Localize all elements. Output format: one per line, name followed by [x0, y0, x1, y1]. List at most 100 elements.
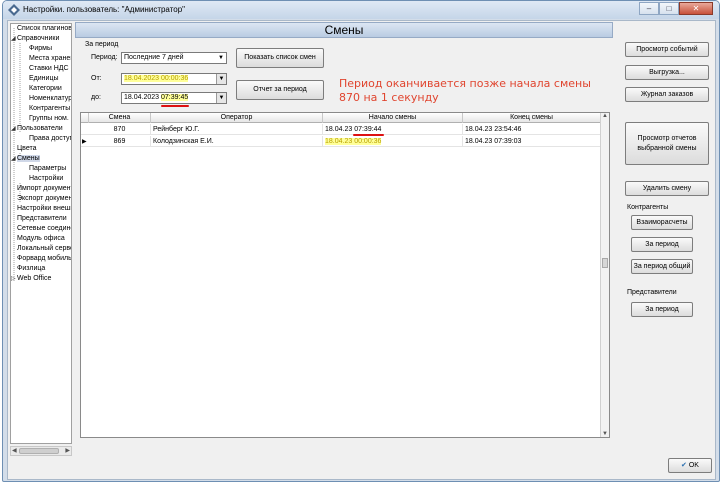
tree-item-label: Настройки внешние — [17, 205, 71, 212]
ok-button-label: OK — [688, 462, 699, 469]
calendar-dropdown-icon[interactable]: ▼ — [216, 93, 226, 103]
period-report-button[interactable]: Отчет за период — [236, 80, 324, 100]
contragents-section-title: Контрагенты — [627, 204, 669, 211]
tree-item[interactable]: Представители — [11, 214, 67, 224]
tree-item[interactable]: ▷Web Office — [11, 274, 51, 284]
scroll-left-icon[interactable]: ◀ — [12, 447, 17, 454]
table-scroll-thumb[interactable] — [602, 258, 608, 268]
tree-item[interactable]: Локальный сервер — [11, 244, 72, 254]
view-shift-reports-button[interactable]: Просмотр отчетов выбранной смены — [625, 122, 709, 165]
contragents-period-button[interactable]: За период — [631, 237, 693, 252]
tree-item-label: Список плагинов — [17, 25, 72, 32]
tree-item[interactable]: Экспорт документов — [11, 194, 72, 204]
representatives-period-button[interactable]: За период — [631, 302, 693, 317]
shifts-table[interactable]: Смена Оператор Начало смены Конец смены … — [80, 112, 610, 438]
tree-item-label: Категории — [29, 85, 62, 92]
tree-item[interactable]: Ставки НДС — [23, 64, 69, 74]
tree-item-label: Справочники — [17, 35, 60, 42]
tree-scroll-thumb[interactable] — [19, 448, 59, 454]
cell-start-time: 07:39:44 — [354, 126, 382, 133]
cell-shift: 870 — [89, 124, 151, 135]
cell-start-date: 18.04.23 00:00:36 — [325, 138, 382, 145]
tree-item-label: Физлица — [17, 265, 46, 272]
column-header-shift[interactable]: Смена — [89, 113, 151, 123]
export-button[interactable]: Выгрузка... — [625, 65, 709, 80]
delete-shift-button[interactable]: Удалить смену — [625, 181, 709, 196]
tree-item[interactable]: Настройки — [23, 174, 63, 184]
actions-panel: Просмотр событий Выгрузка... Журнал зака… — [618, 21, 717, 457]
tree-item[interactable]: ◢Смены — [11, 154, 40, 164]
shifts-panel: Смены За период Период: Последние 7 дней… — [75, 21, 613, 457]
tree-item[interactable]: Импорт документов — [11, 184, 71, 194]
cell-end: 18.04.23 23:54:46 — [463, 124, 601, 135]
tree-item[interactable]: Цвета — [11, 144, 37, 154]
period-select[interactable]: Последние 7 дней ▼ — [121, 52, 227, 64]
column-header-operator[interactable]: Оператор — [151, 113, 323, 123]
tree-item-label: Локальный сервер — [17, 245, 72, 252]
show-shift-list-button[interactable]: Показать список смен — [236, 48, 324, 68]
ok-button[interactable]: ✔ OK — [668, 458, 712, 473]
tree-item-label: Смены — [17, 155, 40, 162]
minimize-button[interactable]: – — [639, 2, 659, 15]
orders-journal-button[interactable]: Журнал заказов — [625, 87, 709, 102]
tree-item[interactable]: Фирмы — [23, 44, 52, 54]
from-date-field[interactable]: 18.04.2023 00:00:36 ▼ — [121, 73, 227, 85]
current-row-icon: ▶ — [82, 139, 87, 145]
table-row[interactable]: 870 Рейнберг Ю.Г. 18.04.23 07:39:44 18.0… — [81, 124, 601, 135]
chevron-down-icon: ▼ — [218, 55, 224, 61]
tree-item[interactable]: Список плагинов — [11, 24, 72, 34]
tree-item-label: Места хранения — [29, 55, 71, 62]
from-date-value: 18.04.2023 00:00:36 — [124, 75, 189, 82]
tree-item-label: Цвета — [17, 145, 37, 152]
tree-item-label: Контрагенты — [29, 105, 71, 112]
tree-item[interactable]: Места хранения — [23, 54, 71, 64]
table-header: Смена Оператор Начало смены Конец смены — [81, 113, 601, 123]
tree-item[interactable]: Форвард мобильный — [11, 254, 71, 264]
client-area: Список плагинов ◢Справочники Фирмы Места хр… — [7, 20, 716, 480]
settings-tree[interactable]: Список плагинов ◢Справочники Фирмы Места хр… — [10, 23, 72, 444]
period-group-label: За период — [85, 41, 119, 48]
tree-item[interactable]: ◢Справочники — [11, 34, 59, 44]
tree-item[interactable]: Группы ном. — [23, 114, 69, 124]
view-events-button[interactable]: Просмотр событий — [625, 42, 709, 57]
close-button[interactable]: ✕ — [679, 2, 713, 15]
scroll-right-icon[interactable]: ▶ — [65, 447, 70, 454]
cell-end: 18.04.23 07:39:03 — [463, 136, 601, 147]
to-label: до: — [91, 94, 101, 101]
tree-item[interactable]: Номенклатура — [23, 94, 72, 104]
cell-operator: Рейнберг Ю.Г. — [151, 124, 323, 135]
tree-item-label: Ставки НДС — [29, 65, 69, 72]
ok-check-icon: ✔ — [681, 462, 687, 469]
tree-item[interactable]: Параметры — [23, 164, 66, 174]
calendar-dropdown-icon[interactable]: ▼ — [216, 74, 226, 84]
column-header-end[interactable]: Конец смены — [463, 113, 601, 123]
tree-item[interactable]: Контрагенты — [23, 104, 70, 114]
tree-item[interactable]: Настройки внешние — [11, 204, 71, 214]
column-header-start[interactable]: Начало смены — [323, 113, 463, 123]
tree-item[interactable]: Физлица — [11, 264, 45, 274]
tree-item-label: Параметры — [29, 165, 67, 172]
tree-item[interactable]: Категории — [23, 84, 62, 94]
title-bar[interactable]: Настройки. пользователь: "Администратор"… — [3, 1, 719, 19]
table-row[interactable]: ▶ 869 Колодзинская Е.И. 18.04.23 00:00:3… — [81, 136, 601, 147]
cell-operator: Колодзинская Е.И. — [151, 136, 323, 147]
tree-item[interactable]: Сетевые соединения — [11, 224, 71, 234]
scroll-up-icon[interactable]: ▲ — [602, 113, 608, 119]
period-label: Период: — [91, 54, 118, 61]
tree-item-label: Фирмы — [29, 45, 52, 52]
maximize-button[interactable]: □ — [659, 2, 679, 15]
to-date-field[interactable]: 18.04.2023 07:39:45 ▼ — [121, 92, 227, 104]
table-vertical-scrollbar[interactable]: ▲ ▼ — [600, 113, 609, 437]
tree-item[interactable]: ◢Пользователи — [11, 124, 63, 134]
tree-item[interactable]: Единицы — [23, 74, 58, 84]
scroll-down-icon[interactable]: ▼ — [602, 431, 608, 437]
tree-item-label: Единицы — [29, 75, 59, 82]
tree-item[interactable]: Права доступа — [23, 134, 71, 144]
tree-item-label: Номенклатура — [29, 95, 72, 102]
tree-item[interactable]: Модуль офиса — [11, 234, 65, 244]
tree-item-label: Экспорт документов — [17, 195, 72, 202]
contragents-period-total-button[interactable]: За период общий — [631, 259, 693, 274]
tree-horizontal-scrollbar[interactable]: ◀ ▶ — [10, 446, 72, 456]
window-title: Настройки. пользователь: "Администратор" — [23, 5, 186, 14]
settlements-button[interactable]: Взаиморасчеты — [631, 215, 693, 230]
